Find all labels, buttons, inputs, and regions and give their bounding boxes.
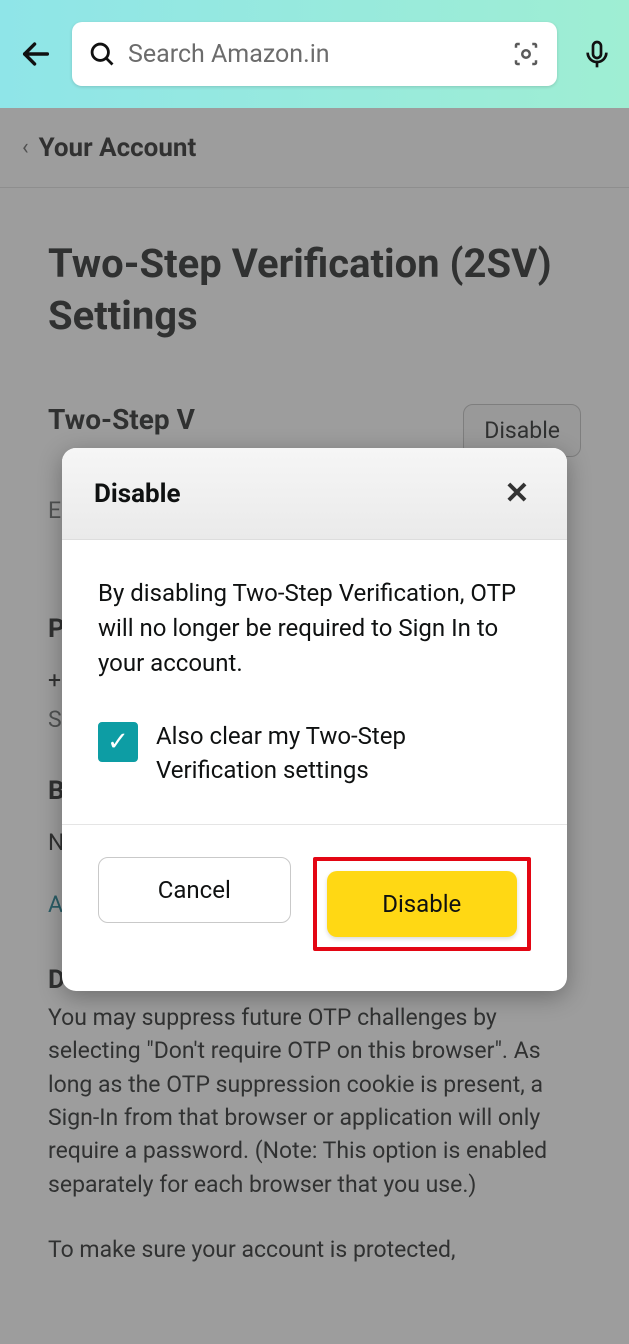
disable-button[interactable]: Disable	[327, 871, 518, 937]
dialog-text: By disabling Two-Step Verification, OTP …	[98, 576, 531, 680]
dialog-body: By disabling Two-Step Verification, OTP …	[62, 540, 567, 788]
search-input[interactable]: Search Amazon.in	[72, 22, 557, 86]
dialog-title: Disable	[94, 479, 181, 509]
close-icon[interactable]: ✕	[499, 476, 535, 511]
cancel-button[interactable]: Cancel	[98, 857, 291, 923]
check-icon: ✓	[107, 729, 129, 755]
disable-dialog: Disable ✕ By disabling Two-Step Verifica…	[62, 448, 567, 991]
mic-icon[interactable]	[581, 38, 613, 70]
checkbox-label: Also clear my Two-Step Verification sett…	[156, 720, 531, 787]
clear-settings-option[interactable]: ✓ Also clear my Two-Step Verification se…	[98, 720, 531, 787]
app-header: Search Amazon.in	[0, 0, 629, 108]
search-icon	[88, 40, 116, 68]
clear-settings-checkbox[interactable]: ✓	[98, 722, 138, 762]
arrow-left-icon	[19, 37, 53, 71]
back-button[interactable]	[16, 34, 56, 74]
dialog-actions: Cancel Disable	[62, 824, 567, 991]
dialog-header: Disable ✕	[62, 448, 567, 540]
search-placeholder: Search Amazon.in	[128, 40, 499, 69]
camera-lens-icon[interactable]	[511, 39, 541, 69]
disable-button-highlight: Disable	[313, 857, 532, 951]
